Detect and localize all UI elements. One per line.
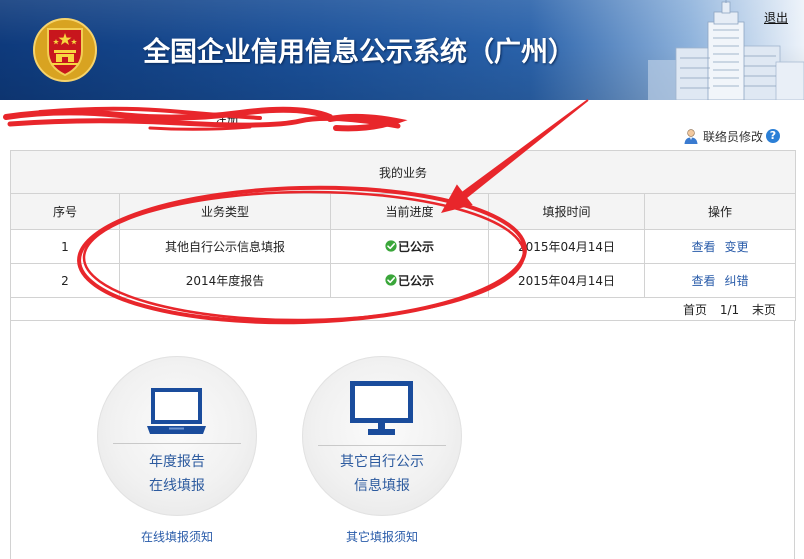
entry-title-line1: 其它自行公示 [340,454,424,470]
cell-date: 2015年04月14日 [488,263,645,298]
view-link[interactable]: 查看 [692,240,716,254]
check-icon [385,240,397,252]
correct-link[interactable]: 纠错 [725,274,749,288]
status-badge: 已公示 [385,272,434,289]
cell-actions: 查看 变更 [643,229,797,264]
view-link[interactable]: 查看 [692,274,716,288]
entry-divider [318,445,446,446]
cell-index: 1 [10,229,120,264]
entry-title-line2: 信息填报 [354,478,410,494]
page-title: 全国企业信用信息公示系统（广州） [143,37,575,68]
entry-divider [113,443,241,444]
cell-status: 已公示 [330,229,489,264]
cell-date: 2015年04月14日 [488,229,645,264]
table-row: 1 其他自行公示信息填报 已公示 2015年04月14日 查看 变更 [10,229,797,264]
status-badge: 已公示 [385,238,434,255]
page-indicator: 1/1 [719,302,740,317]
redaction-scribble [3,106,408,132]
column-header-date: 填报时间 [488,193,645,230]
table-caption-row: 我的业务 [9,150,797,194]
status-text: 已公示 [397,273,434,288]
other-filing-notice-link[interactable]: 其它填报须知 [302,529,462,545]
column-header-index: 序号 [10,193,120,230]
cell-type: 其他自行公示信息填报 [119,229,331,264]
table-header-row: 序号 业务类型 当前进度 填报时间 操作 [10,193,797,230]
business-table: 我的业务 序号 业务类型 当前进度 填报时间 操作 1 其他自行公示信息填报 已… [9,150,797,321]
column-header-actions: 操作 [643,193,797,230]
online-filing-notice-link[interactable]: 在线填报须知 [97,529,257,545]
table-caption: 我的业务 [9,150,797,194]
laptop-icon [147,388,206,434]
first-page-link[interactable]: 首页 [683,303,707,317]
contact-edit-label: 联络员修改 [703,129,764,144]
cell-type: 2014年度报告 [119,263,331,298]
national-emblem-icon [33,18,97,82]
last-page-link[interactable]: 末页 [752,303,776,317]
cell-actions: 查看 纠错 [643,263,797,298]
table-row: 2 2014年度报告 已公示 2015年04月14日 查看 纠错 [10,263,797,298]
change-link[interactable]: 变更 [725,240,749,254]
entry-title-line1: 年度报告 [149,454,205,470]
help-icon[interactable]: ? [766,129,780,143]
check-icon [385,274,397,286]
redacted-info-text: 注册 [215,112,240,126]
column-header-status: 当前进度 [330,193,489,230]
logout-link[interactable]: 退出 [764,10,788,26]
column-header-type: 业务类型 [119,193,331,230]
entry-title-line2: 在线填报 [149,478,205,494]
cell-status: 已公示 [330,263,489,298]
monitor-icon [350,381,413,435]
pagination-row: 首页 1/1 末页 [9,297,797,321]
header-banner: 全国企业信用信息公示系统（广州） 退出 [0,0,804,100]
annual-report-entry-button[interactable]: 年度报告 在线填报 [97,356,257,516]
status-text: 已公示 [397,239,434,254]
user-icon [684,129,698,144]
contact-edit-link[interactable]: 联络员修改 [683,127,763,145]
cell-index: 2 [10,263,120,298]
other-disclosure-entry-button[interactable]: 其它自行公示 信息填报 [302,356,462,516]
pagination: 首页 1/1 末页 [9,297,797,321]
